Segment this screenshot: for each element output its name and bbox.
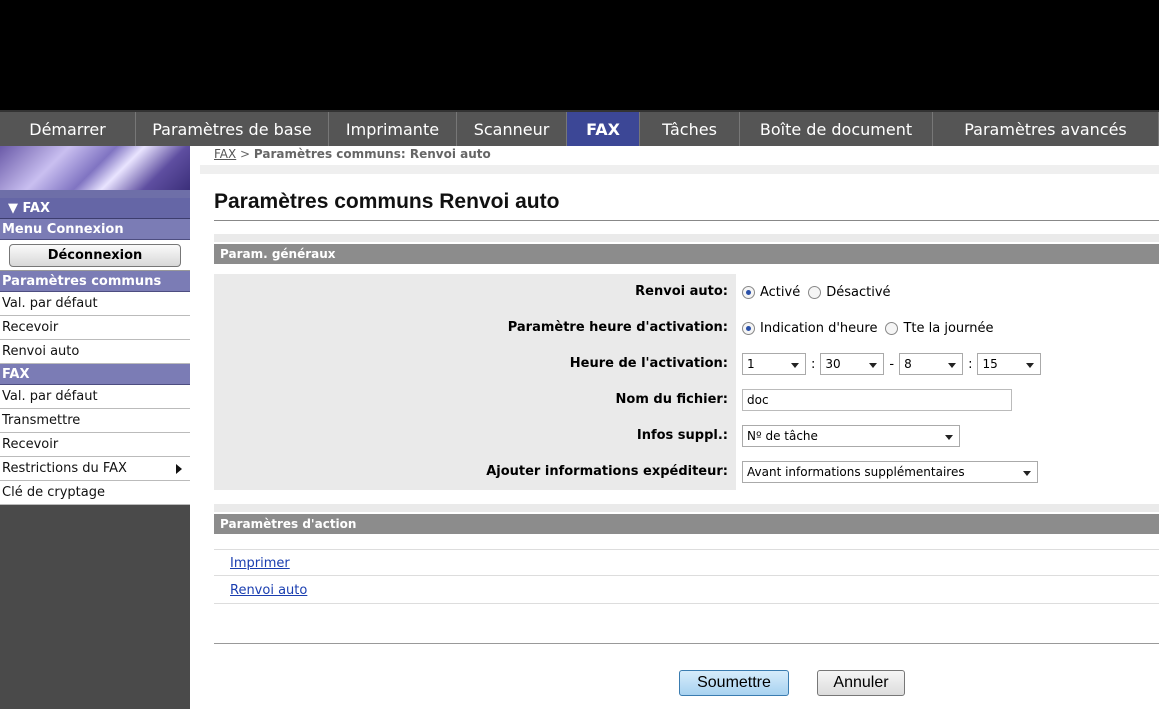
- top-header-bar: [0, 0, 1159, 110]
- select-value: 30: [825, 357, 841, 371]
- section-spacer: [214, 234, 1159, 242]
- bottom-divider: [214, 643, 1159, 644]
- filename-input[interactable]: doc: [742, 389, 1012, 411]
- breadcrumb: FAX > Paramètres communs: Renvoi auto: [214, 143, 491, 165]
- chevron-down-icon: [1023, 471, 1031, 476]
- radio-activation-time[interactable]: Indication d'heure: [742, 321, 877, 336]
- select-value: 8: [904, 357, 912, 371]
- time-dash: -: [889, 356, 895, 372]
- chevron-down-icon: [948, 363, 957, 368]
- logout-button[interactable]: Déconnexion: [9, 243, 181, 267]
- breadcrumb-current: Paramètres communs: Renvoi auto: [253, 147, 491, 161]
- main-content: FAX > Paramètres communs: Renvoi auto Pa…: [190, 146, 1159, 709]
- sidebar-divider: [0, 190, 190, 198]
- action-row-print: Imprimer: [214, 549, 1159, 576]
- tab-parametres-de-base[interactable]: Paramètres de base: [136, 112, 329, 146]
- main-nav-tabs: Démarrer Paramètres de base Imprimante S…: [0, 110, 1159, 146]
- chevron-down-icon: [869, 363, 878, 368]
- tab-demarrer[interactable]: Démarrer: [0, 112, 136, 146]
- tab-scanneur[interactable]: Scanneur: [457, 112, 567, 146]
- link-imprimer[interactable]: Imprimer: [230, 556, 290, 571]
- tab-parametres-avances[interactable]: Paramètres avancés: [933, 112, 1159, 146]
- label-extra-info: Infos suppl.:: [214, 418, 736, 454]
- sidebar-header-fax: FAX: [0, 364, 190, 385]
- select-value: Avant informations supplémentaires: [747, 465, 965, 479]
- select-sender-info[interactable]: Avant informations supplémentaires: [742, 461, 1038, 483]
- sidebar-item-fax-receive[interactable]: Recevoir: [0, 433, 190, 457]
- select-start-minute[interactable]: 30: [820, 353, 885, 375]
- radio-activation-allday[interactable]: Tte la journée: [885, 320, 994, 336]
- radio-unselected-icon: [885, 321, 899, 335]
- radio-unselected-icon: [808, 285, 822, 299]
- radio-renvoi-on[interactable]: Activé: [742, 285, 800, 300]
- radio-label: Tte la journée: [903, 320, 994, 336]
- sidebar-header-common-params: Paramètres communs: [0, 271, 190, 292]
- tab-taches[interactable]: Tâches: [640, 112, 740, 146]
- select-end-minute[interactable]: 15: [977, 353, 1042, 375]
- row-extra-info: Infos suppl.: Nº de tâche: [214, 418, 1159, 454]
- sidebar-item-fax-restrictions[interactable]: Restrictions du FAX: [0, 457, 190, 481]
- title-divider: [214, 220, 1159, 221]
- label-activation-time: Heure de l'activation:: [214, 346, 736, 382]
- radio-label: Activé: [760, 284, 801, 300]
- sidebar-section-fax[interactable]: ▼ FAX: [0, 198, 190, 219]
- label-renvoi-auto: Renvoi auto:: [214, 274, 736, 310]
- cancel-button[interactable]: Annuler: [817, 670, 905, 696]
- radio-label: Indication d'heure: [760, 320, 878, 336]
- select-value: 15: [982, 357, 998, 371]
- chevron-down-icon: [945, 435, 953, 440]
- sidebar: ▼ FAX Menu Connexion Déconnexion Paramèt…: [0, 146, 190, 709]
- label-sender-info: Ajouter informations expéditeur:: [214, 454, 736, 490]
- radio-label: Désactivé: [826, 284, 891, 300]
- breadcrumb-separator: >: [236, 147, 254, 161]
- chevron-right-icon: [176, 464, 182, 474]
- tab-fax[interactable]: FAX: [567, 112, 640, 146]
- select-start-hour[interactable]: 1: [742, 353, 806, 375]
- tab-boite-de-document[interactable]: Boîte de document: [740, 112, 933, 146]
- page-root: Démarrer Paramètres de base Imprimante S…: [0, 0, 1159, 709]
- section-spacer: [214, 504, 1159, 512]
- tab-imprimante[interactable]: Imprimante: [329, 112, 457, 146]
- submit-button[interactable]: Soumettre: [679, 670, 789, 696]
- time-colon: :: [811, 356, 816, 372]
- sidebar-item-common-forward[interactable]: Renvoi auto: [0, 340, 190, 364]
- sidebar-item-label: Restrictions du FAX: [2, 461, 127, 476]
- radio-renvoi-off[interactable]: Désactivé: [808, 284, 891, 300]
- action-row-forward: Renvoi auto: [214, 577, 1159, 604]
- select-value: 1: [747, 357, 755, 371]
- row-activation-time: Heure de l'activation: 1 : 30 - 8 : 15: [214, 346, 1159, 382]
- section-header-action: Paramètres d'action: [214, 514, 1159, 534]
- breadcrumb-link-fax[interactable]: FAX: [214, 147, 236, 161]
- page-title: Paramètres communs Renvoi auto: [214, 190, 560, 213]
- sidebar-item-common-defaults[interactable]: Val. par défaut: [0, 292, 190, 316]
- sidebar-banner-image: [0, 146, 190, 190]
- sidebar-menu-connexion: Menu Connexion: [0, 219, 190, 240]
- general-settings-form: Renvoi auto: Activé Désactivé Paramètre …: [214, 270, 1159, 494]
- label-filename: Nom du fichier:: [214, 382, 736, 418]
- row-sender-info: Ajouter informations expéditeur: Avant i…: [214, 454, 1159, 490]
- row-filename: Nom du fichier: doc: [214, 382, 1159, 418]
- logout-wrap: Déconnexion: [0, 240, 190, 271]
- chevron-down-icon: [791, 363, 799, 368]
- sidebar-item-common-receive[interactable]: Recevoir: [0, 316, 190, 340]
- sidebar-item-fax-defaults[interactable]: Val. par défaut: [0, 385, 190, 409]
- label-activation-mode: Paramètre heure d'activation:: [214, 310, 736, 346]
- row-renvoi-auto: Renvoi auto: Activé Désactivé: [214, 274, 1159, 310]
- link-renvoi-auto[interactable]: Renvoi auto: [230, 583, 307, 598]
- radio-selected-icon: [742, 285, 755, 299]
- breadcrumb-bar: [200, 165, 1159, 174]
- time-colon: :: [968, 356, 973, 372]
- sidebar-item-fax-encryption[interactable]: Clé de cryptage: [0, 481, 190, 505]
- section-header-general: Param. généraux: [214, 244, 1159, 264]
- chevron-down-icon: [1026, 363, 1035, 368]
- radio-selected-icon: [742, 321, 755, 335]
- select-end-hour[interactable]: 8: [899, 353, 964, 375]
- row-activation-mode: Paramètre heure d'activation: Indication…: [214, 310, 1159, 346]
- select-extra-info[interactable]: Nº de tâche: [742, 425, 960, 447]
- select-value: Nº de tâche: [747, 429, 818, 443]
- sidebar-item-fax-transmit[interactable]: Transmettre: [0, 409, 190, 433]
